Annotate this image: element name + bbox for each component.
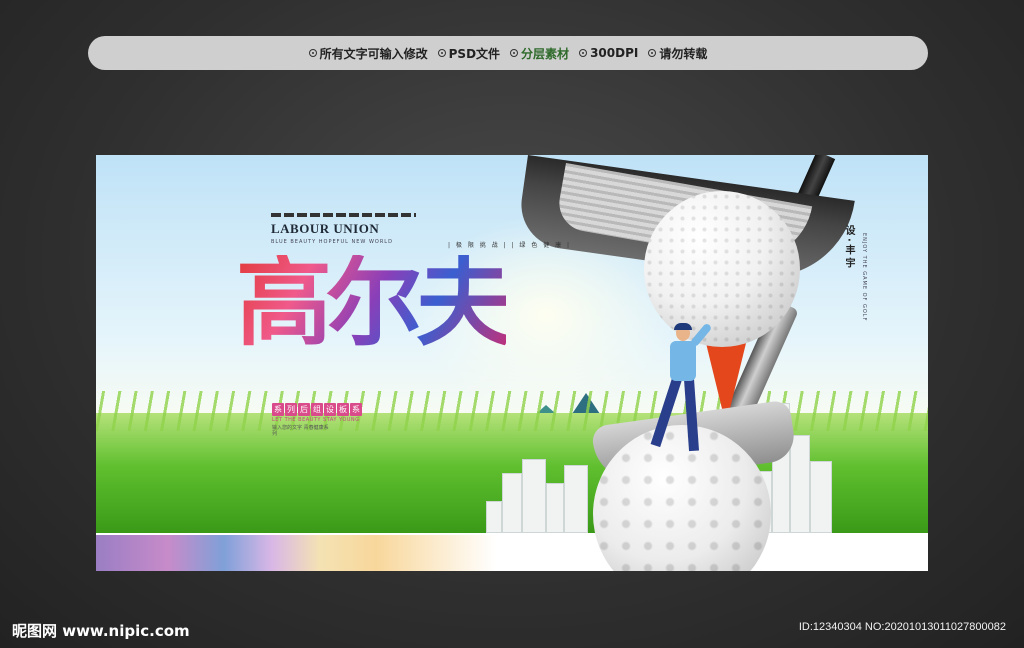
subtitle-tiny: 输入您的文字 青春健康系列: [272, 425, 329, 437]
poster-title: 高尔夫: [236, 247, 512, 359]
subtitle-char: 设: [324, 403, 336, 416]
info-bar: 所有文字可输入修改 PSD文件 分层素材 300DPI 请勿转载: [88, 36, 928, 70]
golfer-figure: [650, 322, 726, 465]
site-watermark: 昵图网 www.nipic.com: [12, 622, 190, 640]
circle-bullet-icon: [437, 49, 446, 57]
decorative-stripes: [271, 213, 416, 217]
subtitle-char: 列: [285, 403, 297, 416]
brand-small: LABOUR UNION: [271, 221, 380, 236]
info-item: 300DPI: [579, 46, 638, 60]
circle-bullet-icon: [308, 49, 317, 57]
info-item: 分层素材: [510, 45, 569, 62]
vertical-thin-text: ENJOY THE GAME OF GOLF: [861, 233, 867, 322]
subtitle-english: LET THE BEAUTY STAY YOUNG: [272, 417, 360, 423]
subtitle-char: 系: [350, 403, 362, 416]
info-label: PSD文件: [448, 46, 501, 61]
circle-bullet-icon: [579, 49, 588, 57]
subtitle-char: 系: [272, 403, 284, 416]
circle-bullet-icon: [648, 49, 657, 57]
info-item: 所有文字可输入修改: [308, 45, 428, 62]
info-label: 所有文字可输入修改: [319, 46, 428, 61]
subtitle-char: 板: [337, 403, 349, 416]
info-label: 请勿转载: [659, 46, 708, 61]
info-label: 分层素材: [521, 46, 570, 61]
golf-ball-icon: [644, 191, 800, 347]
info-item: PSD文件: [437, 45, 501, 62]
golf-poster: LABOUR UNION BLUE BEAUTY HOPEFUL NEW WOR…: [96, 155, 928, 571]
info-label: 300DPI: [590, 46, 639, 60]
city-buildings: [486, 455, 596, 533]
image-id: ID:12340304 NO:20201013011027800082: [798, 621, 1006, 633]
info-item: 请勿转载: [648, 45, 707, 62]
subtitle-char: 后: [298, 403, 310, 416]
watercolor-texture: [96, 535, 496, 571]
circle-bullet-icon: [510, 49, 519, 57]
subtitle-chips: 系 列 后 组 设 板 系: [272, 403, 362, 416]
vertical-text: 设·丰宇: [843, 225, 854, 271]
tiny-line: BLUE BEAUTY HOPEFUL NEW WORLD: [271, 239, 393, 245]
subtitle-char: 组: [311, 403, 323, 416]
